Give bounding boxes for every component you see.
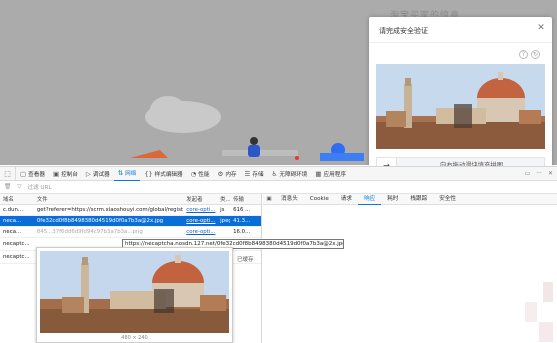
tab-request[interactable]: 请求 xyxy=(335,194,358,205)
cached-label: 已缓存 xyxy=(237,257,254,263)
memory-icon: ⚙ xyxy=(217,169,224,178)
row-domain: necaptc... xyxy=(3,241,30,247)
console-icon: ▣ xyxy=(52,169,60,178)
tab-label: 查看器 xyxy=(28,171,45,178)
tab-console[interactable]: ▣ 控制台 xyxy=(49,167,82,181)
help-icon[interactable]: ? xyxy=(519,50,528,59)
dock-icon[interactable]: ▭ xyxy=(525,170,531,177)
initiator-link[interactable]: core-opti... xyxy=(186,218,215,224)
watermark-logo xyxy=(525,282,553,342)
row-file: 0fe32cd0f8b8498380d4519d0f0a7b3a@2x.jpg xyxy=(36,218,164,224)
debugger-icon: ▷ xyxy=(85,169,91,178)
refresh-icon[interactable]: ↻ xyxy=(531,50,540,59)
initiator-link[interactable]: core-opti... xyxy=(186,207,215,213)
accessibility-icon: ♿ xyxy=(271,169,278,178)
captcha-puzzle-image xyxy=(376,64,545,149)
captcha-tools: ? ↻ xyxy=(519,50,540,59)
tab-performance[interactable]: ◔ 性能 xyxy=(187,167,214,181)
toggle-panel-icon[interactable]: ▣ xyxy=(263,196,275,202)
row-domain: neca... xyxy=(3,229,22,235)
preview-image xyxy=(40,251,229,333)
style-editor-icon: {} xyxy=(144,169,153,178)
captcha-title: 请完成安全验证 xyxy=(369,17,552,43)
column-domain[interactable]: 域名 xyxy=(0,195,34,203)
tab-memory[interactable]: ⚙ 内存 xyxy=(214,167,241,181)
row-size: 41.3... xyxy=(233,218,251,224)
table-row[interactable]: neca... 845...37f6dd6d9fd94c97b3a7b3a...… xyxy=(0,227,261,238)
row-file: get?referer=https://scrm.xiaoshouyi.com/… xyxy=(36,207,184,213)
more-options-icon[interactable]: ··· xyxy=(536,170,542,177)
tab-security[interactable]: 安全性 xyxy=(433,194,462,205)
row-type: js xyxy=(220,207,225,213)
captcha-dialog: 请完成安全验证 ✕ ? ↻ → 向右拖动滑块填充拼图 xyxy=(369,17,552,175)
close-devtools-icon[interactable]: ✕ xyxy=(548,170,553,177)
tab-label: 内存 xyxy=(225,171,237,178)
preview-dimensions: 480 × 240 xyxy=(121,335,148,341)
tab-cookie[interactable]: Cookie xyxy=(304,194,335,205)
table-header: 域名 文件 发起者 类... 传输 xyxy=(0,194,261,205)
filter-url-input[interactable]: 过滤 URL xyxy=(27,183,51,191)
row-domain: necaptc... xyxy=(3,254,30,260)
image-preview-popup: 480 × 240 xyxy=(36,247,233,343)
table-row[interactable]: c.dun... get?referer=https://scrm.xiaosh… xyxy=(0,205,261,216)
tab-storage[interactable]: ☰ 存储 xyxy=(241,167,268,181)
tab-inspector[interactable]: ▢ 查看器 xyxy=(16,167,49,181)
tab-label: 性能 xyxy=(198,171,210,178)
network-icon: ⇅ xyxy=(117,169,124,177)
tab-response[interactable]: 响应 xyxy=(358,194,382,205)
row-domain: neca... xyxy=(3,218,22,224)
column-transferred[interactable]: 传输 xyxy=(230,195,261,203)
tab-label: 存储 xyxy=(252,171,264,178)
close-icon[interactable]: ✕ xyxy=(536,23,546,33)
tab-label: 应用程序 xyxy=(323,171,346,178)
tab-label: 样式编辑器 xyxy=(154,171,183,178)
tab-debugger[interactable]: ▷ 调试器 xyxy=(82,167,114,181)
tab-label: 无障碍环境 xyxy=(279,171,308,178)
table-row-selected[interactable]: neca... 0fe32cd0f8b8498380d4519d0f0a7b3a… xyxy=(0,216,261,227)
tab-style-editor[interactable]: {} 样式编辑器 xyxy=(140,167,186,181)
inspector-icon: ▢ xyxy=(20,169,27,178)
tab-label: 网络 xyxy=(125,171,137,177)
element-picker-icon[interactable]: ⬚ xyxy=(0,166,16,181)
tab-label: 控制台 xyxy=(61,171,78,178)
tab-network[interactable]: ⇅ 网络 xyxy=(113,167,141,181)
row-size: 616 ... xyxy=(233,207,251,213)
toolbar-right: ▭ ··· ✕ xyxy=(525,170,557,177)
devtools-toolbar: ⬚ ▢ 查看器 ▣ 控制台 ▷ 调试器 ⇅ 网络 {} 样式编辑器 ◔ 性能 ⚙ 内存 ☰ 存储… xyxy=(0,166,557,181)
storage-icon: ☰ xyxy=(244,169,251,178)
application-icon: ▦ xyxy=(315,169,322,178)
trash-icon[interactable]: 🗑 xyxy=(4,184,11,190)
column-initiator[interactable]: 发起者 xyxy=(183,195,217,203)
performance-icon: ◔ xyxy=(190,169,197,178)
tab-accessibility[interactable]: ♿ 无障碍环境 xyxy=(268,167,312,181)
tab-application[interactable]: ▦ 应用程序 xyxy=(311,167,350,181)
tab-timings[interactable]: 耗时 xyxy=(381,194,404,205)
tab-stack-trace[interactable]: 栈跟踪 xyxy=(404,194,433,205)
column-file[interactable]: 文件 xyxy=(34,195,183,203)
row-domain: c.dun... xyxy=(3,207,24,213)
row-file: 845...37f6dd6d9fd94c97b3a7b3a...png xyxy=(36,229,143,235)
tab-headers[interactable]: 消息头 xyxy=(275,194,304,205)
row-type: jpeg xyxy=(220,218,230,224)
detail-tabs: ▣ 消息头 Cookie 请求 响应 耗时 栈跟踪 安全性 xyxy=(263,194,557,205)
initiator-link[interactable]: core-opti... xyxy=(186,229,215,235)
network-filter-bar: 🗑 ▽ 过滤 URL xyxy=(0,181,557,194)
filter-icon: ▽ xyxy=(17,184,22,190)
row-size: 16.0... xyxy=(233,229,251,235)
tab-label: 调试器 xyxy=(92,171,110,178)
column-type[interactable]: 类... xyxy=(217,195,230,203)
